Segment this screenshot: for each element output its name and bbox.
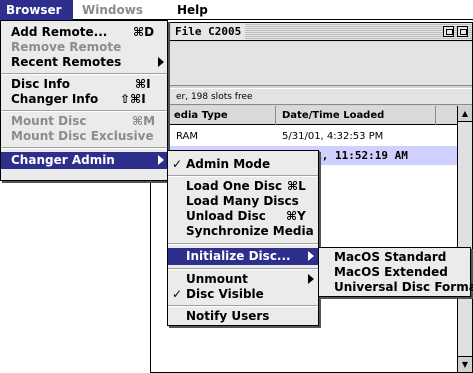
browser-menu: Add Remote... ⌘D Remove Remote Recent Re…	[0, 20, 168, 181]
menu-item-unmount[interactable]: Unmount	[168, 272, 318, 287]
menu-windows[interactable]: Windows	[76, 0, 149, 20]
menu-separator	[168, 268, 318, 270]
menu-item-universal-disc-format[interactable]: Universal Disc Format	[319, 280, 473, 295]
zoom-box-icon[interactable]	[443, 26, 454, 37]
menu-item-admin-mode[interactable]: ✓ Admin Mode	[168, 157, 318, 172]
menu-item-load-many-discs[interactable]: Load Many Discs	[168, 194, 318, 209]
column-date-loaded[interactable]: Date/Time Loaded	[276, 106, 436, 125]
menu-item-remove-remote: Remove Remote	[1, 40, 167, 55]
menu-item-label: Changer Info	[11, 92, 99, 106]
shortcut-label: ⌘Y	[286, 209, 306, 223]
menu-item-mount-disc: Mount Disc ⌘M	[1, 114, 167, 129]
column-media-type[interactable]: edia Type	[151, 106, 276, 125]
menu-item-label: Universal Disc Format	[334, 280, 473, 294]
menu-item-disc-visible[interactable]: ✓ Disc Visible	[168, 287, 318, 302]
checkmark-icon: ✓	[172, 157, 183, 171]
menu-separator	[1, 147, 167, 149]
menu-item-label: Admin Mode	[186, 157, 271, 171]
menu-item-changer-info[interactable]: Changer Info ⇧⌘I	[1, 92, 167, 107]
menu-item-label: Add Remote...	[11, 25, 108, 39]
shortcut-label: ⌘I	[135, 77, 151, 91]
menu-item-label: MacOS Extended	[334, 265, 448, 279]
menu-item-add-remote[interactable]: Add Remote... ⌘D	[1, 25, 167, 40]
menu-item-label: Synchronize Media	[186, 224, 314, 238]
menu-item-label: Changer Admin	[11, 153, 115, 167]
menu-item-label: Unload Disc	[186, 209, 266, 223]
menu-item-label: Notify Users	[186, 309, 270, 323]
menu-item-label: Mount Disc Exclusive	[11, 129, 154, 143]
menu-item-label: Load Many Discs	[186, 194, 299, 208]
submenu-arrow-icon	[308, 274, 314, 284]
menu-item-notify-users[interactable]: Notify Users	[168, 309, 318, 324]
scroll-down-icon[interactable]: ▼	[458, 356, 472, 372]
menu-separator	[168, 305, 318, 307]
menu-item-label: Initialize Disc...	[186, 249, 291, 263]
window-titlebar[interactable]: File C2005	[151, 23, 472, 41]
cell-media-type: RAM	[176, 131, 199, 142]
list-header: edia Type Date/Time Loaded	[151, 106, 458, 125]
window-toolbar	[151, 42, 472, 86]
menu-item-label: Load One Disc	[186, 179, 283, 193]
collapse-box-icon[interactable]	[457, 26, 468, 37]
menu-item-label: Disc Info	[11, 77, 70, 91]
menu-item-macos-extended[interactable]: MacOS Extended	[319, 265, 470, 280]
menu-browser[interactable]: Browser	[0, 0, 73, 20]
menu-item-label: MacOS Standard	[334, 250, 447, 264]
menu-item-initialize-disc[interactable]: Initialize Disc...	[168, 248, 318, 265]
menu-separator	[1, 110, 167, 112]
submenu-arrow-icon	[158, 57, 164, 67]
slots-info: er, 198 slots free	[151, 88, 472, 105]
shortcut-label: ⇧⌘I	[120, 92, 146, 106]
menu-item-macos-standard[interactable]: MacOS Standard	[319, 250, 470, 265]
menu-item-label: Disc Visible	[186, 287, 264, 301]
shortcut-label: ⌘D	[133, 25, 155, 39]
menu-item-label: Unmount	[186, 272, 248, 286]
menu-separator	[168, 175, 318, 177]
changer-admin-submenu: ✓ Admin Mode Load One Disc ⌘L Load Many …	[167, 150, 319, 326]
vertical-scrollbar[interactable]: ▲ ▼	[457, 106, 472, 372]
menu-item-label: Mount Disc	[11, 114, 87, 128]
table-row[interactable]: RAM 5/31/01, 4:32:53 PM	[151, 127, 458, 146]
shortcut-label: ⌘M	[132, 114, 156, 128]
menu-item-synchronize-media[interactable]: Synchronize Media	[168, 224, 318, 239]
menu-item-mount-disc-exclusive: Mount Disc Exclusive	[1, 129, 167, 144]
window-title: File C2005	[171, 24, 246, 40]
menu-item-load-one-disc[interactable]: Load One Disc ⌘L	[168, 179, 318, 194]
menu-separator	[168, 243, 318, 245]
cell-date-loaded: 5/31/01, 4:32:53 PM	[282, 131, 384, 142]
scroll-up-icon[interactable]: ▲	[458, 106, 472, 122]
menu-item-label: Recent Remotes	[11, 55, 122, 69]
menu-help[interactable]: Help	[171, 0, 214, 20]
menu-item-changer-admin[interactable]: Changer Admin	[1, 152, 167, 169]
menu-item-recent-remotes[interactable]: Recent Remotes	[1, 55, 167, 70]
menu-item-unload-disc[interactable]: Unload Disc ⌘Y	[168, 209, 318, 224]
submenu-arrow-icon	[308, 251, 314, 261]
submenu-arrow-icon	[158, 155, 164, 165]
menu-bar: Browser Windows Help	[0, 0, 473, 20]
shortcut-label: ⌘L	[287, 179, 306, 193]
initialize-disc-submenu: MacOS Standard MacOS Extended Universal …	[318, 247, 473, 297]
menu-item-disc-info[interactable]: Disc Info ⌘I	[1, 77, 167, 92]
menu-separator	[1, 73, 167, 75]
checkmark-icon: ✓	[172, 287, 183, 301]
menu-item-label: Remove Remote	[11, 40, 122, 54]
